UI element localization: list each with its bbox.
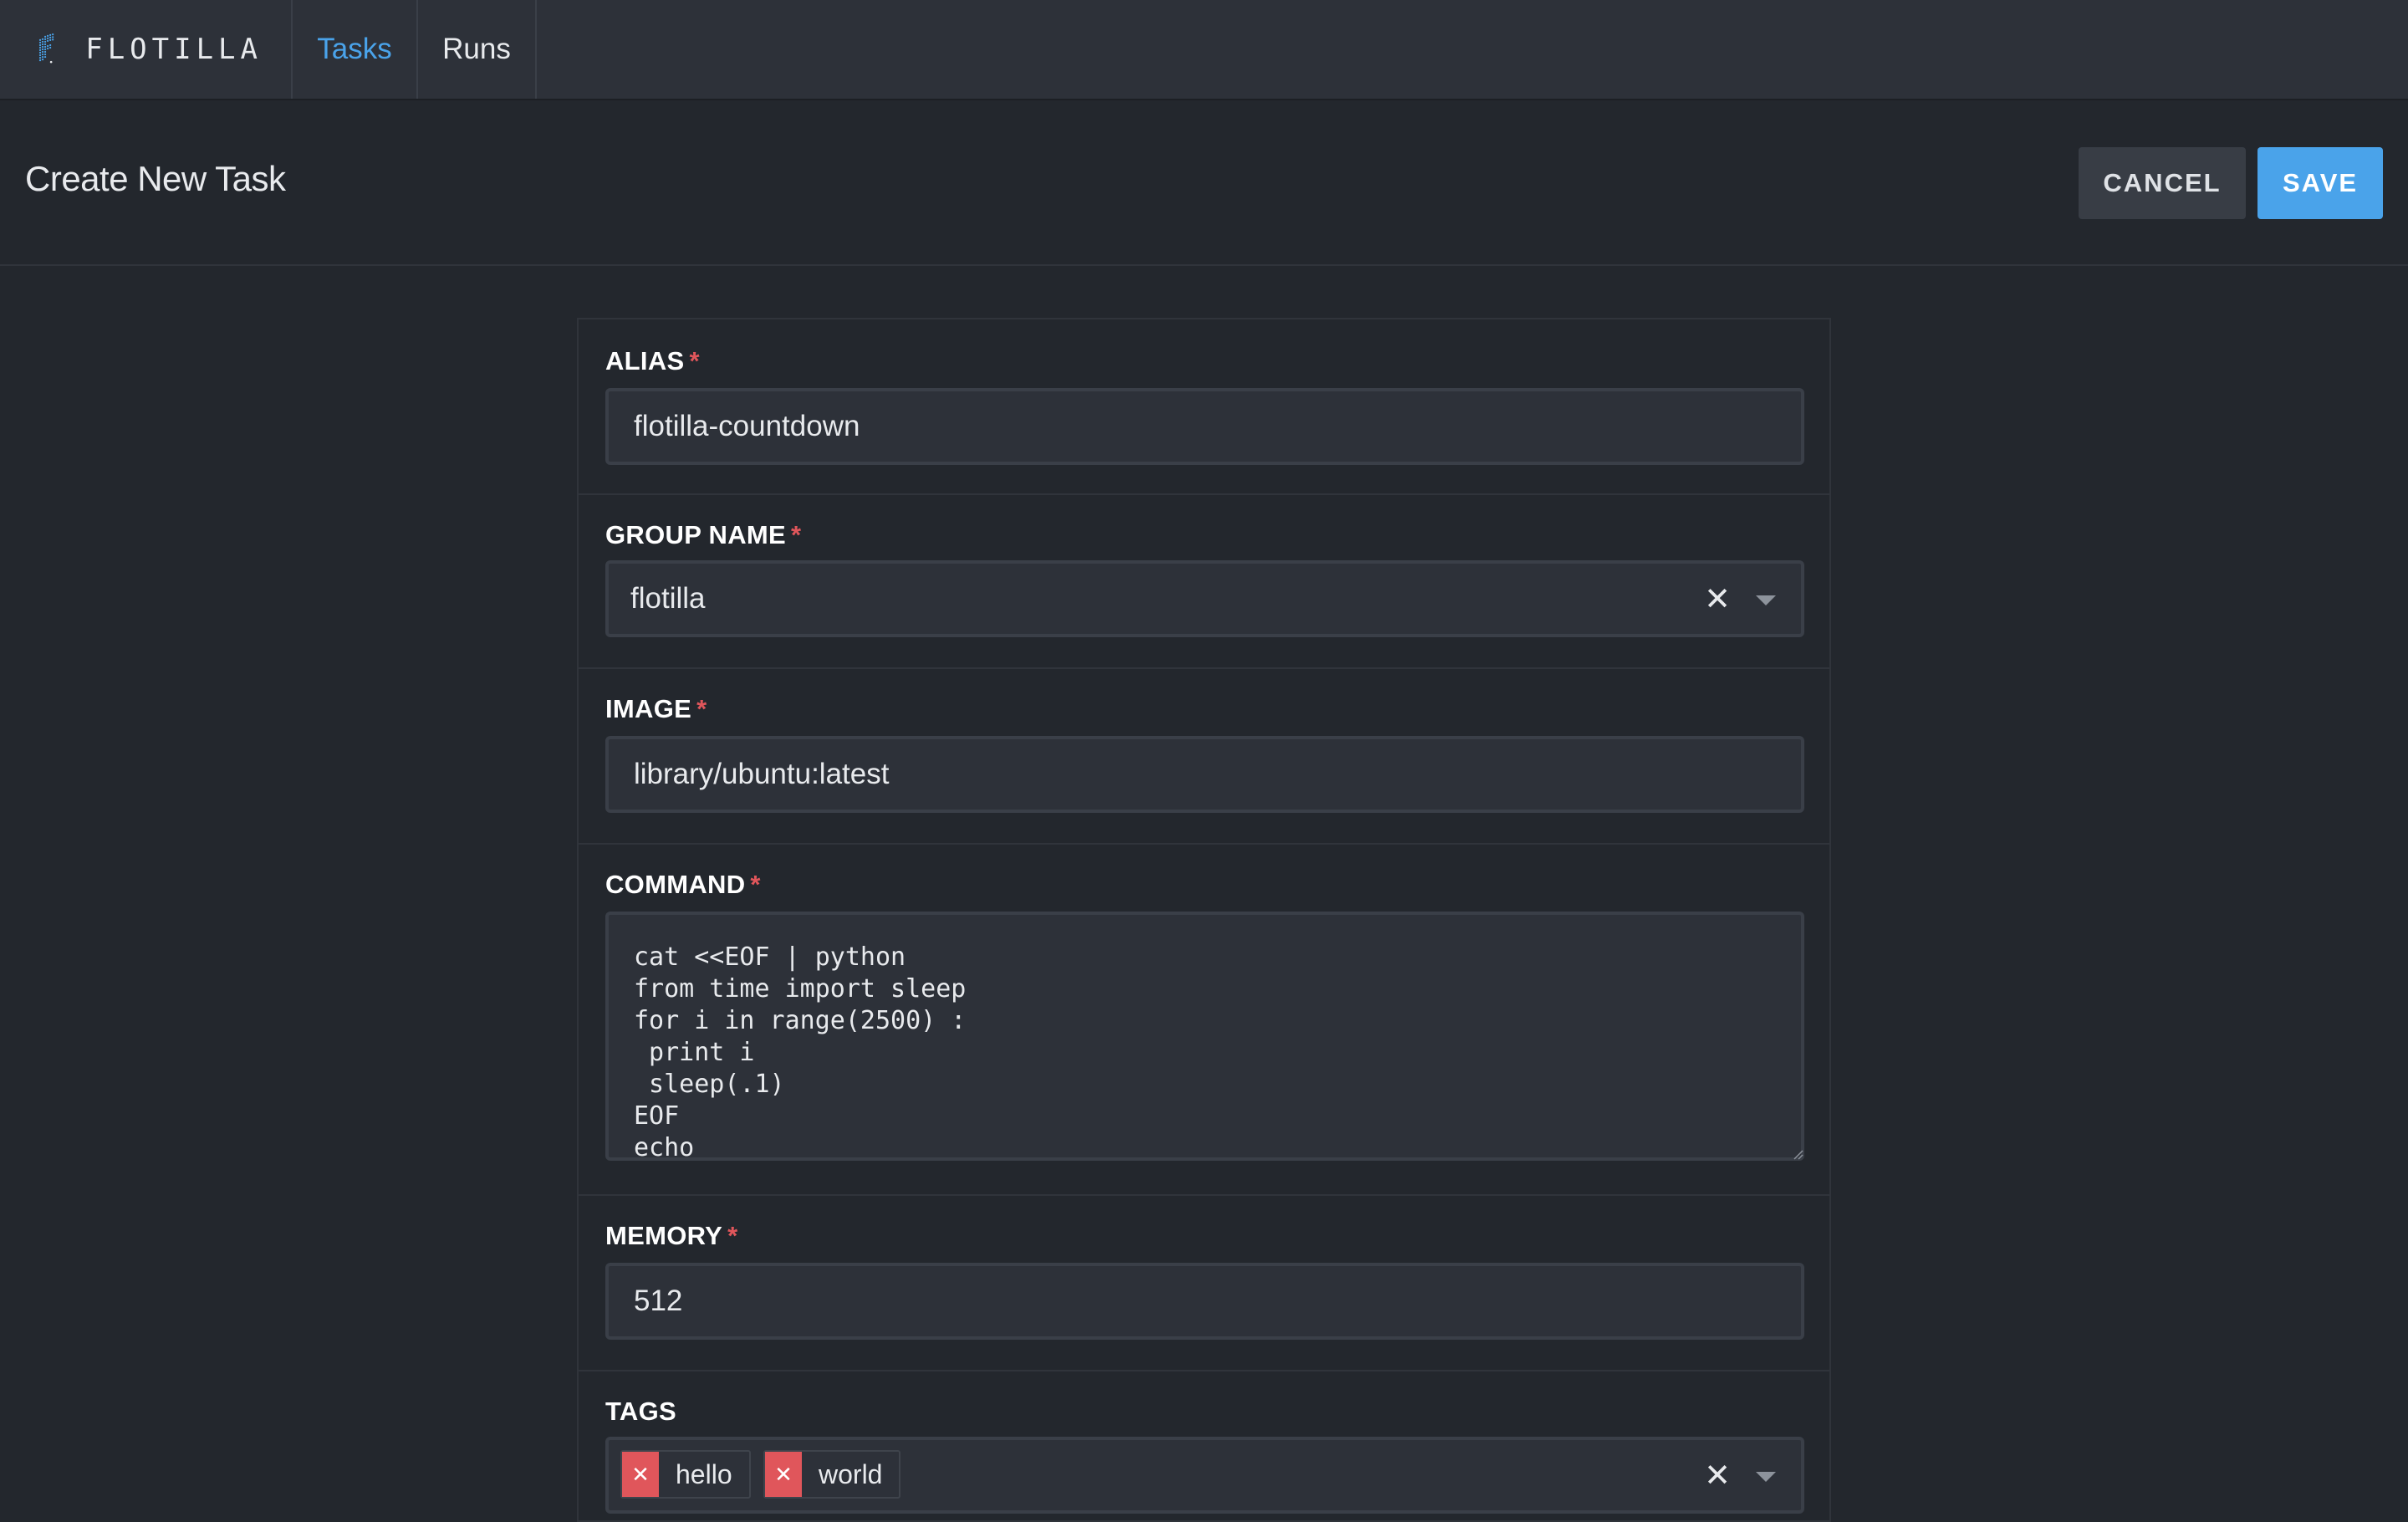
chevron-down-icon[interactable] — [1756, 1472, 1776, 1482]
brand[interactable]: FLOTILLA — [0, 0, 293, 99]
memory-label: MEMORY * — [605, 1221, 738, 1251]
tag-chip-world: ✕ world — [763, 1450, 901, 1499]
alias-field-group: ALIAS * — [579, 319, 1829, 495]
image-label-text: IMAGE — [605, 694, 692, 723]
remove-tag-icon[interactable]: ✕ — [765, 1452, 802, 1497]
remove-tag-icon[interactable]: ✕ — [622, 1452, 659, 1497]
cancel-button[interactable]: CANCEL — [2079, 147, 2246, 219]
resize-handle-icon[interactable] — [1791, 1147, 1804, 1161]
group-name-select[interactable]: flotilla ✕ — [605, 560, 1804, 637]
page-title: Create New Task — [25, 159, 286, 198]
save-button[interactable]: SAVE — [2258, 147, 2383, 219]
nav-tab-tasks[interactable]: Tasks — [293, 0, 418, 99]
required-marker: * — [791, 520, 802, 549]
alias-label: ALIAS * — [605, 346, 700, 376]
image-label: IMAGE * — [605, 694, 707, 724]
command-label: COMMAND * — [605, 870, 761, 900]
memory-field-group: MEMORY * — [579, 1196, 1829, 1371]
flotilla-logo-icon — [38, 33, 54, 64]
page-header: Create New Task CANCEL SAVE — [0, 100, 2408, 266]
memory-label-text: MEMORY — [605, 1221, 723, 1250]
memory-input[interactable] — [605, 1263, 1804, 1340]
tags-label: TAGS — [605, 1397, 677, 1426]
clear-icon[interactable]: ✕ — [1704, 580, 1731, 618]
required-marker: * — [689, 346, 700, 375]
clear-icon[interactable]: ✕ — [1704, 1457, 1731, 1494]
required-marker: * — [696, 694, 707, 723]
tags-field-group: TAGS ✕ hello ✕ world ✕ — [579, 1371, 1829, 1522]
required-marker: * — [727, 1221, 738, 1250]
tag-label: hello — [676, 1458, 732, 1489]
command-field-group: COMMAND * cat <<EOF | python from time im… — [579, 845, 1829, 1196]
image-field-group: IMAGE * — [579, 669, 1829, 845]
command-textarea[interactable]: cat <<EOF | python from time import slee… — [605, 912, 1804, 1161]
tag-chip-hello: ✕ hello — [620, 1450, 751, 1499]
group-name-label-text: GROUP NAME — [605, 520, 787, 549]
alias-label-text: ALIAS — [605, 346, 685, 375]
top-nav: FLOTILLA Tasks Runs — [0, 0, 2408, 100]
group-name-label: GROUP NAME * — [605, 520, 801, 550]
required-marker: * — [750, 870, 761, 899]
alias-input[interactable] — [605, 388, 1804, 465]
tag-label: world — [819, 1458, 883, 1489]
group-name-value: flotilla — [630, 582, 706, 615]
task-form: ALIAS* GROUP NAME* flotilla ✕ IMAGE* COM… — [577, 318, 1831, 1522]
command-label-text: COMMAND — [605, 870, 746, 899]
tags-select[interactable]: ✕ hello ✕ world ✕ — [605, 1437, 1804, 1514]
nav-tab-runs[interactable]: Runs — [418, 0, 537, 99]
chevron-down-icon[interactable] — [1756, 595, 1776, 605]
image-input[interactable] — [605, 736, 1804, 813]
app-name: FLOTILLA — [85, 33, 263, 66]
group-name-field-group: GROUP NAME * flotilla ✕ — [579, 495, 1829, 669]
